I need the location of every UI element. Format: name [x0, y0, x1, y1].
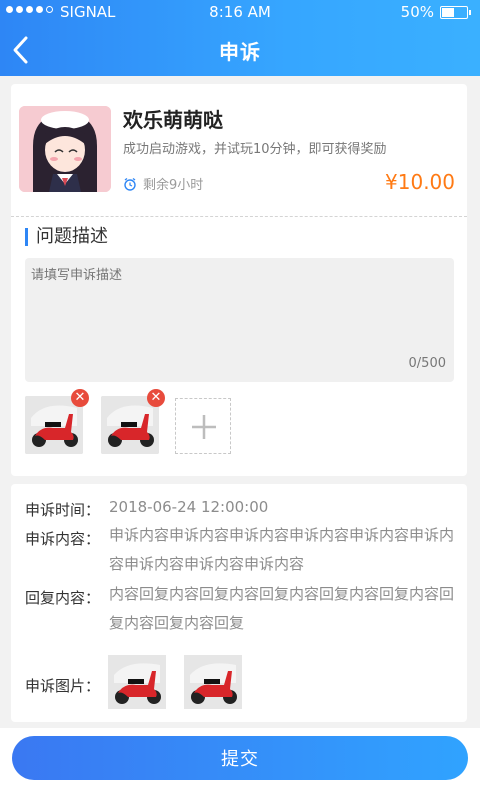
add-image-button[interactable] — [175, 398, 231, 454]
remove-image-icon[interactable]: ✕ — [71, 389, 89, 407]
appeal-content-label: 申诉内容： — [25, 530, 101, 548]
reward-price: ¥10.00 — [385, 170, 455, 194]
uploaded-image-2[interactable]: ✕ — [101, 389, 165, 454]
game-title: 欢乐萌萌哒 — [123, 108, 223, 132]
appeal-pictures-label: 申诉图片： — [25, 677, 101, 695]
reply-content-value: 内容回复内容回复内容回复内容回复内容回复内容回复内容回复内容回复 — [109, 585, 455, 632]
page-title: 申诉 — [219, 40, 261, 64]
appeal-time-value: 2018-06-24 12:00:00 — [109, 498, 269, 516]
game-avatar — [19, 106, 111, 192]
appeal-details-card: 申诉时间： 2018-06-24 12:00:00 申诉内容： 申诉内容申诉内容… — [11, 484, 467, 722]
appeal-time-label: 申诉时间： — [25, 501, 101, 519]
header-bar: SIGNAL 8:16 AM 50% 申诉 — [0, 0, 480, 76]
uploaded-image-1[interactable]: ✕ — [25, 389, 89, 454]
remove-image-icon[interactable]: ✕ — [147, 389, 165, 407]
submit-button[interactable]: 提交 — [12, 736, 468, 780]
problem-section-title: 问题描述 — [25, 228, 108, 246]
appeal-description-input[interactable] — [25, 258, 454, 382]
girl-avatar-icon — [19, 106, 111, 192]
char-counter: 0/500 — [408, 356, 446, 371]
plus-icon — [192, 415, 216, 439]
battery-percent: 50% — [400, 3, 434, 21]
battery-icon — [440, 6, 471, 19]
alarm-clock-icon — [124, 177, 136, 191]
status-bar: SIGNAL 8:16 AM 50% — [0, 0, 480, 24]
appeal-form-card: 欢乐萌萌哒 成功启动游戏，并试玩10分钟，即可获得奖励 剩余9小时 ¥10.00… — [11, 84, 467, 476]
appeal-picture-2[interactable] — [184, 655, 242, 709]
divider — [11, 216, 467, 217]
remaining-time: 剩余9小时 — [123, 174, 203, 193]
scooter-image — [108, 655, 166, 709]
appeal-picture-1[interactable] — [108, 655, 166, 709]
scooter-image — [184, 655, 242, 709]
reply-content-label: 回复内容： — [25, 589, 101, 607]
appeal-content-value: 申诉内容申诉内容申诉内容申诉内容申诉内容申诉内容申诉内容申诉内容申诉内容 — [109, 526, 455, 573]
remaining-time-label: 剩余9小时 — [143, 178, 204, 193]
game-description: 成功启动游戏，并试玩10分钟，即可获得奖励 — [123, 142, 387, 157]
